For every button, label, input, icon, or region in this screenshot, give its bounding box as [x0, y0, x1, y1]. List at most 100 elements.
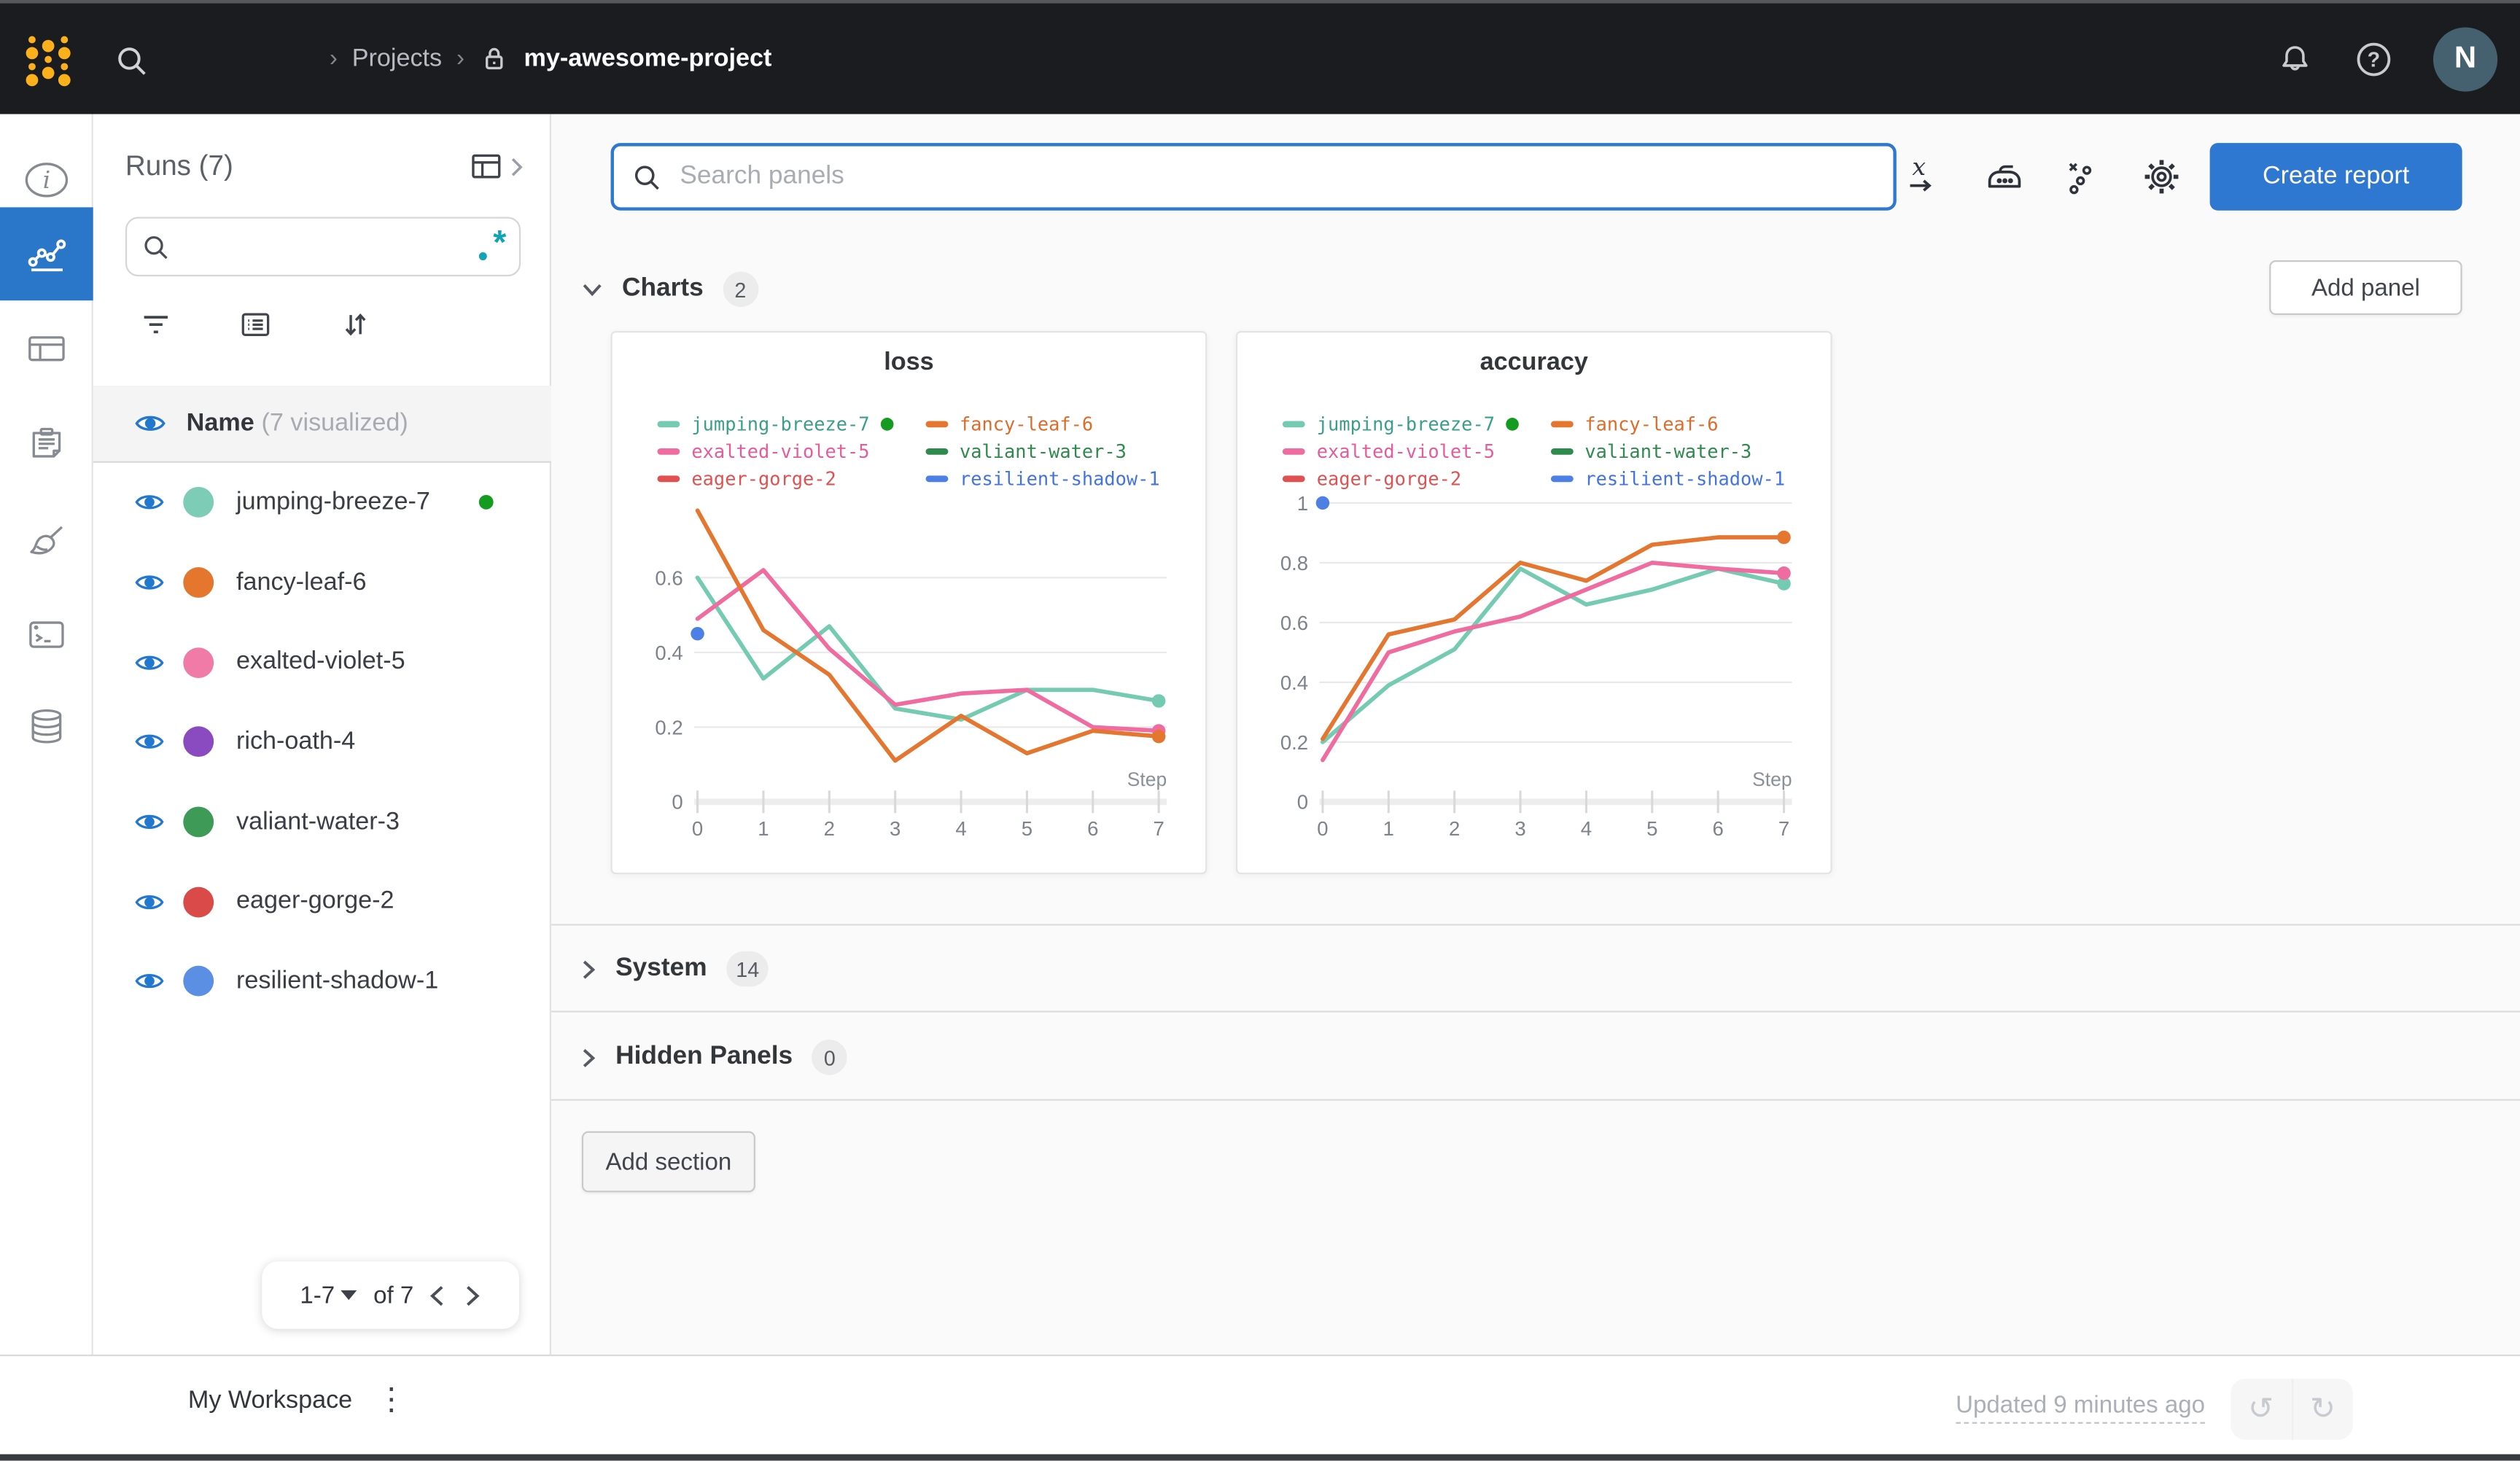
legend-run-name: eager-gorge-2 [1316, 467, 1462, 491]
add-section-button[interactable]: Add section [581, 1131, 755, 1193]
legend-item[interactable]: exalted-violet-5 [658, 440, 894, 463]
group-columns-icon[interactable] [238, 307, 273, 342]
filter-icon[interactable] [139, 307, 174, 342]
run-row[interactable]: exalted-violet-5 [93, 623, 551, 703]
global-search-icon[interactable] [112, 42, 151, 80]
legend-item[interactable]: jumping-breeze-7 [658, 413, 894, 435]
legend-item[interactable]: resilient-shadow-1 [1551, 467, 1785, 490]
rail-sweeps-tab[interactable] [0, 495, 93, 588]
run-row[interactable]: fancy-leaf-6 [93, 542, 551, 623]
pagination-prev-button[interactable] [429, 1283, 446, 1307]
legend-color-dash [1551, 421, 1574, 427]
smoothing-iron-icon[interactable] [1983, 156, 2025, 198]
visibility-eye-icon[interactable] [135, 890, 164, 914]
visibility-eye-icon[interactable] [135, 730, 164, 755]
workspace-menu-kebab-icon[interactable]: ⋮ [376, 1382, 407, 1419]
caret-down-icon [341, 1290, 358, 1301]
legend-run-name: eager-gorge-2 [691, 467, 836, 491]
legend-color-dash [658, 421, 680, 427]
settings-gear-icon[interactable] [2141, 156, 2182, 198]
svg-text:7: 7 [1778, 817, 1789, 840]
visibility-eye-icon[interactable] [135, 810, 164, 834]
runs-search-input[interactable] [182, 232, 478, 262]
system-count-badge: 14 [726, 951, 769, 987]
rail-jobs-tab[interactable] [0, 397, 93, 490]
runs-list-header[interactable]: Name (7 visualized) [93, 385, 551, 463]
x-axis-settings-icon[interactable]: x [1906, 156, 1945, 198]
section-divider [551, 924, 2520, 926]
wandb-logo[interactable] [19, 29, 77, 90]
pagination-next-button[interactable] [465, 1283, 481, 1307]
run-name[interactable]: valiant-water-3 [236, 808, 400, 837]
svg-text:2: 2 [1449, 817, 1460, 840]
run-color-dot [183, 647, 214, 678]
notifications-bell-icon[interactable] [2276, 39, 2314, 78]
runs-toolbar [139, 307, 373, 342]
system-section-label: System [615, 954, 707, 982]
run-row[interactable]: rich-oath-4 [93, 702, 551, 782]
legend-item[interactable]: eager-gorge-2 [658, 467, 894, 490]
run-name[interactable]: rich-oath-4 [236, 728, 355, 757]
create-report-button[interactable]: Create report [2209, 143, 2462, 211]
workspace-name[interactable]: My Workspace [188, 1387, 352, 1416]
svg-text:0: 0 [692, 817, 703, 840]
svg-text:Step: Step [1127, 768, 1167, 790]
rail-workspace-tab[interactable] [0, 207, 93, 301]
visibility-eye-icon[interactable] [135, 970, 164, 994]
panel-accuracy-chart[interactable]: accuracy jumping-breeze-7 fancy-leaf-6 exa… [1235, 331, 1832, 875]
expand-runs-table-button[interactable] [470, 149, 524, 183]
add-panel-button[interactable]: Add panel [2269, 260, 2462, 315]
breadcrumb-project-name[interactable]: my-awesome-project [524, 44, 772, 74]
svg-text:0.6: 0.6 [655, 566, 682, 589]
run-name[interactable]: eager-gorge-2 [236, 887, 394, 916]
pagination-range-dropdown[interactable]: 1-7 [300, 1282, 358, 1309]
legend-item[interactable]: fancy-leaf-6 [1551, 413, 1785, 435]
updated-timestamp[interactable]: Updated 9 minutes ago [1956, 1392, 2205, 1424]
run-name[interactable]: resilient-shadow-1 [236, 967, 438, 997]
hidden-panels-section-header[interactable]: Hidden Panels 0 [582, 1040, 848, 1075]
legend-item[interactable]: valiant-water-3 [925, 440, 1160, 463]
visibility-all-eye-icon[interactable] [135, 411, 166, 435]
run-row[interactable]: jumping-breeze-7 [93, 463, 551, 543]
run-row[interactable]: resilient-shadow-1 [93, 942, 551, 1022]
legend-run-name: resilient-shadow-1 [960, 467, 1160, 491]
run-row[interactable]: eager-gorge-2 [93, 862, 551, 942]
panel-loss-chart[interactable]: loss jumping-breeze-7 fancy-leaf-6 exalted… [610, 331, 1208, 875]
rail-artifacts-tab[interactable] [0, 679, 93, 773]
chart-legend: jumping-breeze-7 fancy-leaf-6 exalted-viol… [1237, 413, 1830, 490]
clipboard-icon [24, 421, 69, 466]
legend-item[interactable]: exalted-violet-5 [1283, 440, 1520, 463]
run-name[interactable]: jumping-breeze-7 [236, 488, 430, 518]
run-row[interactable]: valiant-water-3 [93, 782, 551, 862]
svg-text:0.4: 0.4 [655, 642, 682, 664]
legend-item[interactable]: resilient-shadow-1 [925, 467, 1160, 491]
user-avatar[interactable]: N [2432, 26, 2498, 91]
system-section-header[interactable]: System 14 [582, 951, 769, 987]
legend-item[interactable]: fancy-leaf-6 [925, 413, 1160, 435]
visibility-eye-icon[interactable] [135, 491, 164, 515]
svg-text:1: 1 [758, 817, 769, 840]
charts-section-header[interactable]: Charts 2 [582, 271, 758, 307]
undo-icon[interactable]: ↺ [2231, 1391, 2291, 1428]
run-name[interactable]: fancy-leaf-6 [236, 568, 366, 597]
legend-item[interactable]: eager-gorge-2 [1283, 467, 1520, 490]
svg-text:Step: Step [1752, 768, 1792, 790]
workspace-footer: My Workspace ⋮ Updated 9 minutes ago ↺ ↻ [0, 1355, 2520, 1454]
panel-search-input[interactable] [676, 160, 1878, 193]
help-icon[interactable]: ? [2353, 38, 2395, 79]
legend-item[interactable]: jumping-breeze-7 [1283, 413, 1520, 435]
run-name[interactable]: exalted-violet-5 [236, 648, 405, 677]
regex-toggle-icon[interactable]: * [478, 224, 506, 262]
svg-text:6: 6 [1712, 817, 1723, 840]
sort-icon[interactable] [338, 307, 373, 342]
redo-icon[interactable]: ↻ [2292, 1391, 2353, 1428]
breadcrumb-projects-link[interactable]: Projects [352, 44, 442, 74]
legend-item[interactable]: valiant-water-3 [1551, 440, 1785, 463]
visibility-eye-icon[interactable] [135, 650, 164, 674]
outliers-icon[interactable] [2064, 156, 2102, 198]
rail-logs-tab[interactable] [0, 588, 93, 682]
section-divider [551, 1099, 2520, 1101]
rail-runs-table-tab[interactable] [0, 302, 93, 395]
history-buttons: ↺ ↻ [2231, 1379, 2353, 1440]
visibility-eye-icon[interactable] [135, 571, 164, 595]
